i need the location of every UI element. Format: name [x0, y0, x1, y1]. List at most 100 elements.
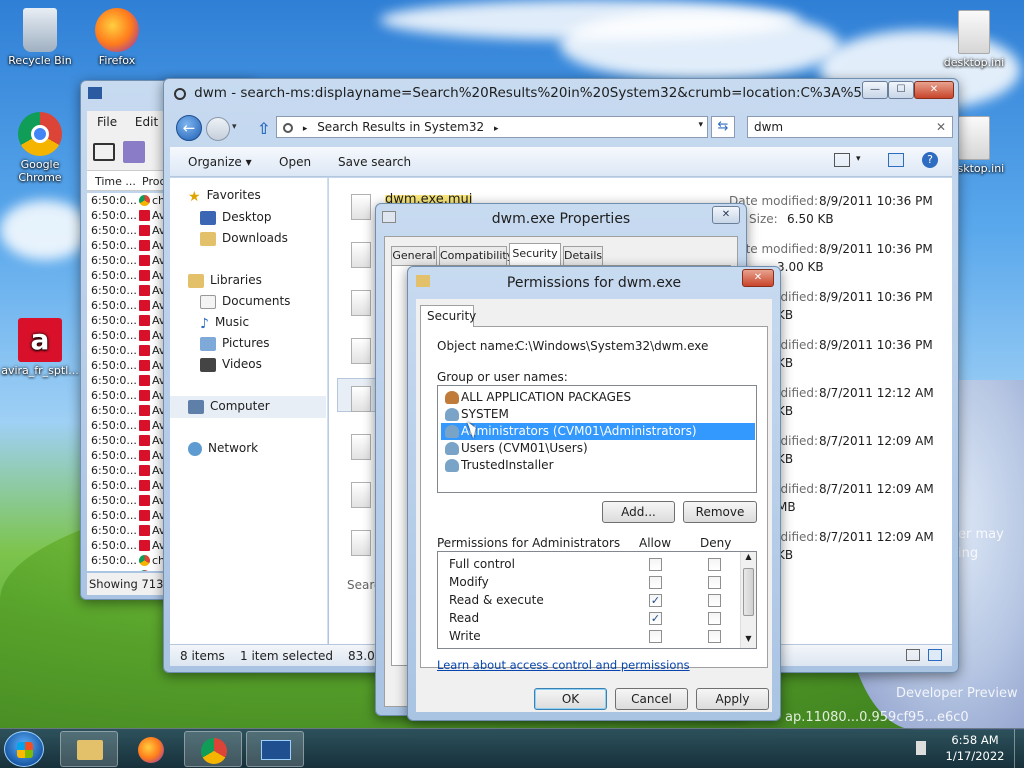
nav-documents[interactable]: Documents — [200, 294, 290, 309]
add-button[interactable]: Add... — [602, 501, 675, 523]
nav-network[interactable]: Network — [188, 441, 258, 456]
view-dropdown[interactable]: ▾ — [856, 154, 861, 164]
nav-downloads[interactable]: Downloads — [200, 231, 288, 246]
scroll-thumb[interactable] — [743, 568, 754, 616]
up-button[interactable]: ⇧ — [257, 119, 270, 138]
tab-security[interactable]: Security — [420, 305, 476, 327]
properties-title: dwm.exe Properties — [491, 211, 631, 227]
firefox-desktop-icon[interactable]: Firefox — [77, 8, 157, 67]
chrome-desktop-icon[interactable]: Google Chrome — [0, 112, 80, 184]
save-search-button[interactable]: Save search — [338, 155, 411, 169]
search-input[interactable]: dwm ✕ — [747, 116, 953, 138]
minimize-button[interactable]: — — [862, 81, 888, 99]
cloud — [0, 200, 90, 260]
permissions-dialog[interactable]: Permissions for dwm.exe ✕ Security Objec… — [407, 266, 781, 721]
allow-checkbox[interactable]: ✓ — [649, 594, 662, 607]
refresh-button[interactable]: ⇆ — [711, 116, 735, 138]
show-desktop-button[interactable] — [1014, 729, 1024, 768]
user-list-item[interactable]: Users (CVM01\Users) — [441, 440, 755, 457]
learn-access-control-link[interactable]: Learn about access control and permissio… — [437, 658, 690, 672]
object-name-value: C:\Windows\System32\dwm.exe — [516, 339, 709, 353]
avira-desktop-icon[interactable]: a avira_fr_sptl... — [0, 318, 80, 377]
nav-computer[interactable]: Computer — [170, 396, 326, 418]
event-time: 6:50:0... — [91, 509, 137, 522]
user-list[interactable]: ALL APPLICATION PACKAGES SYSTEM Administra… — [437, 385, 757, 493]
permissions-close-button[interactable]: ✕ — [742, 269, 774, 287]
properties-tab-compatibility[interactable]: Compatibility — [439, 246, 513, 265]
cloud — [560, 10, 840, 80]
properties-close-button[interactable]: ✕ — [712, 206, 740, 224]
allow-checkbox[interactable] — [649, 630, 662, 643]
deny-checkbox[interactable] — [708, 558, 721, 571]
deny-checkbox[interactable] — [708, 612, 721, 625]
open-folder-icon[interactable] — [93, 143, 115, 161]
nav-pictures[interactable]: Pictures — [200, 336, 270, 351]
preview-pane-icon[interactable] — [888, 153, 904, 167]
documents-icon — [200, 294, 216, 309]
remove-button[interactable]: Remove — [683, 501, 757, 523]
details-view-icon[interactable] — [906, 649, 920, 661]
nav-desktop[interactable]: Desktop — [200, 210, 272, 225]
ok-button[interactable]: OK — [534, 688, 607, 710]
explorer-titlebar[interactable]: dwm - search-ms:displayname=Search%20Res… — [164, 79, 958, 107]
avira-icon — [139, 360, 150, 371]
recycle-bin-desktop-icon[interactable]: Recycle Bin — [0, 8, 80, 67]
back-button[interactable]: ← — [176, 115, 202, 141]
gear-file-icon — [351, 386, 371, 412]
deny-checkbox[interactable] — [708, 576, 721, 589]
star-icon: ★ — [188, 188, 201, 205]
allow-checkbox[interactable]: ✓ — [649, 612, 662, 625]
nav-videos[interactable]: Videos — [200, 357, 262, 372]
properties-tab-security[interactable]: Security — [509, 243, 561, 265]
help-icon[interactable]: ? — [922, 152, 938, 168]
gear-file-icon — [958, 116, 990, 160]
recent-pages-dropdown[interactable]: ▾ — [232, 122, 237, 132]
properties-tab-general[interactable]: General — [391, 246, 437, 265]
save-icon[interactable] — [123, 141, 145, 163]
address-bar[interactable]: ▸ Search Results in System32 ▸ ▾ — [276, 116, 708, 138]
open-button[interactable]: Open — [279, 155, 311, 169]
desktop-ini-icon-1[interactable]: desktop.ini — [934, 10, 1014, 69]
nav-music[interactable]: ♪ Music — [200, 315, 249, 332]
organize-button[interactable]: Organize ▾ — [188, 155, 252, 169]
deny-checkbox[interactable] — [708, 630, 721, 643]
clear-search-icon[interactable]: ✕ — [936, 120, 946, 134]
user-list-item[interactable]: TrustedInstaller — [441, 457, 755, 474]
cancel-button[interactable]: Cancel — [615, 688, 688, 710]
date-modified-value: 8/7/2011 12:09 AM — [819, 482, 934, 496]
menu-edit[interactable]: Edit — [135, 115, 158, 129]
apply-button[interactable]: Apply — [696, 688, 769, 710]
taskbar-chrome[interactable] — [184, 731, 242, 767]
event-time: 6:50:0... — [91, 479, 137, 492]
user-list-item[interactable]: ALL APPLICATION PACKAGES — [441, 389, 755, 406]
scroll-up-arrow[interactable]: ▲ — [741, 552, 756, 566]
tiles-view-icon[interactable] — [928, 649, 942, 661]
scroll-down-arrow[interactable]: ▼ — [741, 634, 756, 648]
nav-libraries[interactable]: Libraries — [188, 273, 262, 288]
column-time[interactable]: Time ... — [95, 175, 136, 188]
clock[interactable]: 6:58 AM 1/17/2022 — [940, 732, 1010, 764]
taskbar-explorer[interactable] — [60, 731, 118, 767]
address-dropdown[interactable]: ▾ — [698, 120, 703, 130]
user-list-item[interactable]: SYSTEM — [441, 406, 755, 423]
permissions-list[interactable]: ▲ ▼ Full control Modify Read & execute ✓ Rea… — [437, 551, 757, 649]
taskbar-procmon[interactable] — [246, 731, 304, 767]
maximize-button[interactable]: ☐ — [888, 81, 914, 99]
properties-tab-details[interactable]: Details — [563, 246, 603, 265]
taskbar-firefox[interactable] — [122, 731, 180, 767]
user-list-item[interactable]: Administrators (CVM01\Administrators) — [441, 423, 755, 440]
allow-checkbox[interactable] — [649, 576, 662, 589]
network-tray-icon[interactable] — [916, 741, 926, 755]
deny-checkbox[interactable] — [708, 594, 721, 607]
security-page: Object name: C:\Windows\System32\dwm.exe… — [420, 326, 768, 672]
nav-favorites[interactable]: ★ Favorites — [188, 188, 261, 205]
menu-file[interactable]: File — [97, 115, 117, 129]
close-button[interactable]: ✕ — [914, 81, 954, 99]
start-button[interactable] — [4, 731, 44, 767]
view-options-icon[interactable] — [834, 153, 850, 167]
search-icon — [174, 87, 186, 100]
forward-button[interactable] — [206, 117, 230, 141]
column-process[interactable]: Proc — [142, 175, 166, 188]
permissions-scrollbar[interactable]: ▲ ▼ — [740, 552, 756, 648]
allow-checkbox[interactable] — [649, 558, 662, 571]
